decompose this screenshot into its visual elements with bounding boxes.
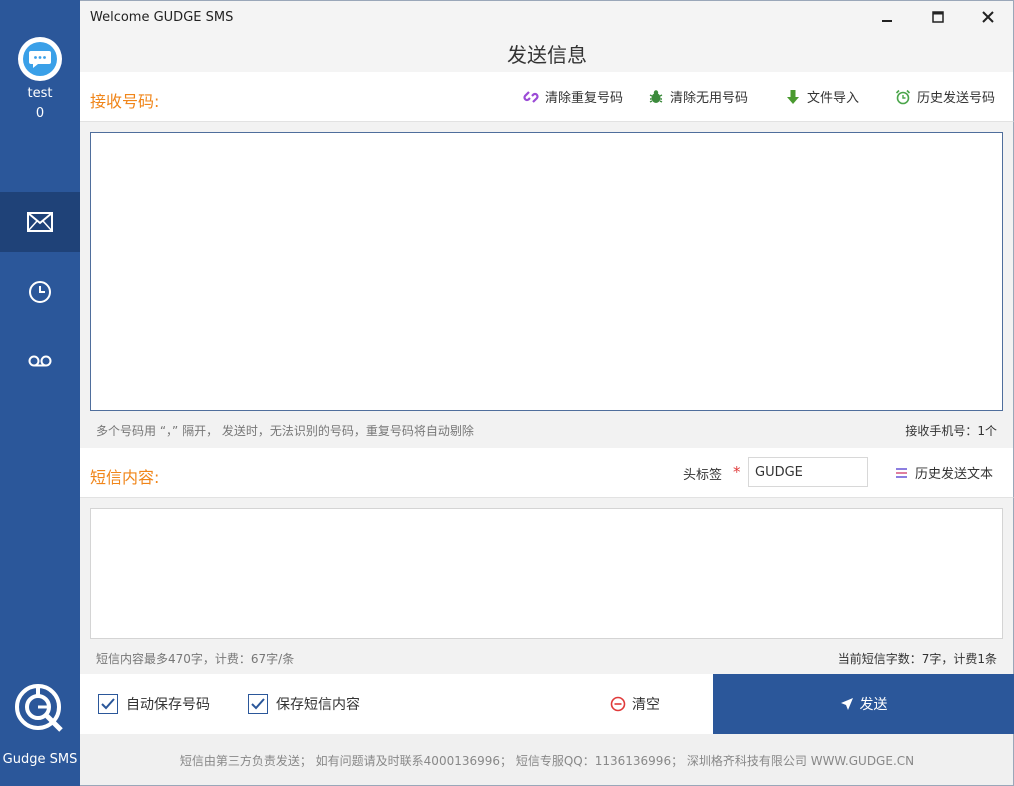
minimize-icon — [882, 20, 892, 22]
sms-header: 短信内容: 头标签 * 历史发送文本 — [80, 448, 1014, 498]
clear-label: 清空 — [632, 697, 660, 713]
footer: 短信由第三方负责发送； 如有问题请及时联系4000136996； 短信专服QQ：… — [80, 734, 1014, 786]
sms-limit-hint: 短信内容最多470字，计费：67字/条 — [96, 652, 295, 666]
bug-icon — [649, 89, 663, 103]
send-arrow-icon — [840, 698, 853, 710]
link-icon — [523, 90, 539, 103]
checkbox-box — [248, 694, 268, 714]
chat-bubble-icon — [23, 42, 57, 76]
sms-label: 短信内容: — [90, 468, 160, 487]
required-mark: * — [733, 463, 741, 481]
recipients-header: 接收号码: 清除重复号码 清除无用号码 文件导入 历史发送号码 — [80, 72, 1014, 122]
clean-invalid-numbers-label: 清除无用号码 — [670, 91, 749, 106]
recipients-hint: 多个号码用 “，” 隔开， 发送时，无法识别的号码，重复号码将自动剔除 — [96, 424, 474, 438]
import-file-label: 文件导入 — [807, 91, 860, 106]
history-numbers-button[interactable]: 历史发送号码 — [895, 87, 995, 106]
sms-count: 当前短信字数：7字，计费1条 — [837, 652, 997, 666]
brand-name: Gudge SMS — [2, 752, 78, 767]
list-icon — [896, 467, 907, 478]
sms-panel: 短信内容最多470字，计费：67字/条 当前短信字数：7字，计费1条 — [80, 498, 1014, 674]
minus-circle-icon — [610, 696, 626, 712]
send-label: 发送 — [859, 697, 888, 713]
signature-tag-label: 头标签 — [683, 468, 723, 483]
checkmark-icon — [101, 698, 115, 710]
auto-save-numbers-checkbox[interactable]: 自动保存号码 — [98, 694, 210, 714]
nav-item-voice[interactable] — [0, 331, 80, 391]
footer-text: 短信由第三方负责发送； 如有问题请及时联系4000136996； 短信专服QQ：… — [179, 754, 915, 768]
voicemail-icon — [28, 355, 52, 367]
close-icon — [982, 11, 994, 23]
alarm-clock-icon — [895, 89, 911, 104]
user-balance: 0 — [35, 106, 45, 121]
title-bar: Welcome GUDGE SMS 发送信息 — [80, 0, 1014, 72]
app-title: Welcome GUDGE SMS — [90, 10, 234, 25]
avatar[interactable] — [18, 37, 62, 81]
recipients-panel: 多个号码用 “，” 隔开， 发送时，无法识别的号码，重复号码将自动剔除 接收手机… — [80, 122, 1014, 448]
auto-save-numbers-label: 自动保存号码 — [126, 697, 210, 713]
dedupe-numbers-label: 清除重复号码 — [545, 91, 624, 106]
save-sms-content-checkbox[interactable]: 保存短信内容 — [248, 694, 360, 714]
maximize-icon — [932, 11, 944, 23]
nav-item-history[interactable] — [0, 262, 80, 322]
page-title: 发送信息 — [507, 43, 587, 67]
user-name: test — [27, 86, 53, 101]
gudge-logo — [14, 683, 66, 735]
mail-icon — [27, 212, 53, 232]
close-button[interactable] — [973, 5, 1003, 29]
phone-numbers-input[interactable] — [90, 132, 1003, 411]
clear-button[interactable]: 清空 — [610, 694, 660, 714]
history-text-button[interactable]: 历史发送文本 — [895, 463, 993, 482]
clean-invalid-numbers-button[interactable]: 清除无用号码 — [648, 87, 748, 106]
sidebar: test 0 Gudge SMS — [0, 0, 80, 786]
history-text-label: 历史发送文本 — [915, 467, 994, 482]
recipients-label: 接收号码: — [90, 92, 160, 111]
sms-content-input[interactable] — [90, 508, 1003, 639]
signature-tag-input[interactable] — [748, 457, 868, 487]
history-numbers-label: 历史发送号码 — [917, 91, 996, 106]
dedupe-numbers-button[interactable]: 清除重复号码 — [523, 87, 623, 106]
send-button[interactable]: 发送 — [713, 674, 1014, 734]
checkmark-icon — [251, 698, 265, 710]
action-bar: 自动保存号码 保存短信内容 清空 发送 — [80, 674, 1014, 734]
save-sms-content-label: 保存短信内容 — [276, 697, 360, 713]
checkbox-box — [98, 694, 118, 714]
minimize-button[interactable] — [872, 5, 902, 29]
import-file-button[interactable]: 文件导入 — [785, 87, 859, 106]
clock-icon — [29, 281, 51, 303]
recipients-count: 接收手机号：1个 — [905, 424, 997, 438]
maximize-button[interactable] — [923, 5, 953, 29]
download-arrow-icon — [787, 89, 799, 104]
nav-item-messages[interactable] — [0, 192, 80, 252]
